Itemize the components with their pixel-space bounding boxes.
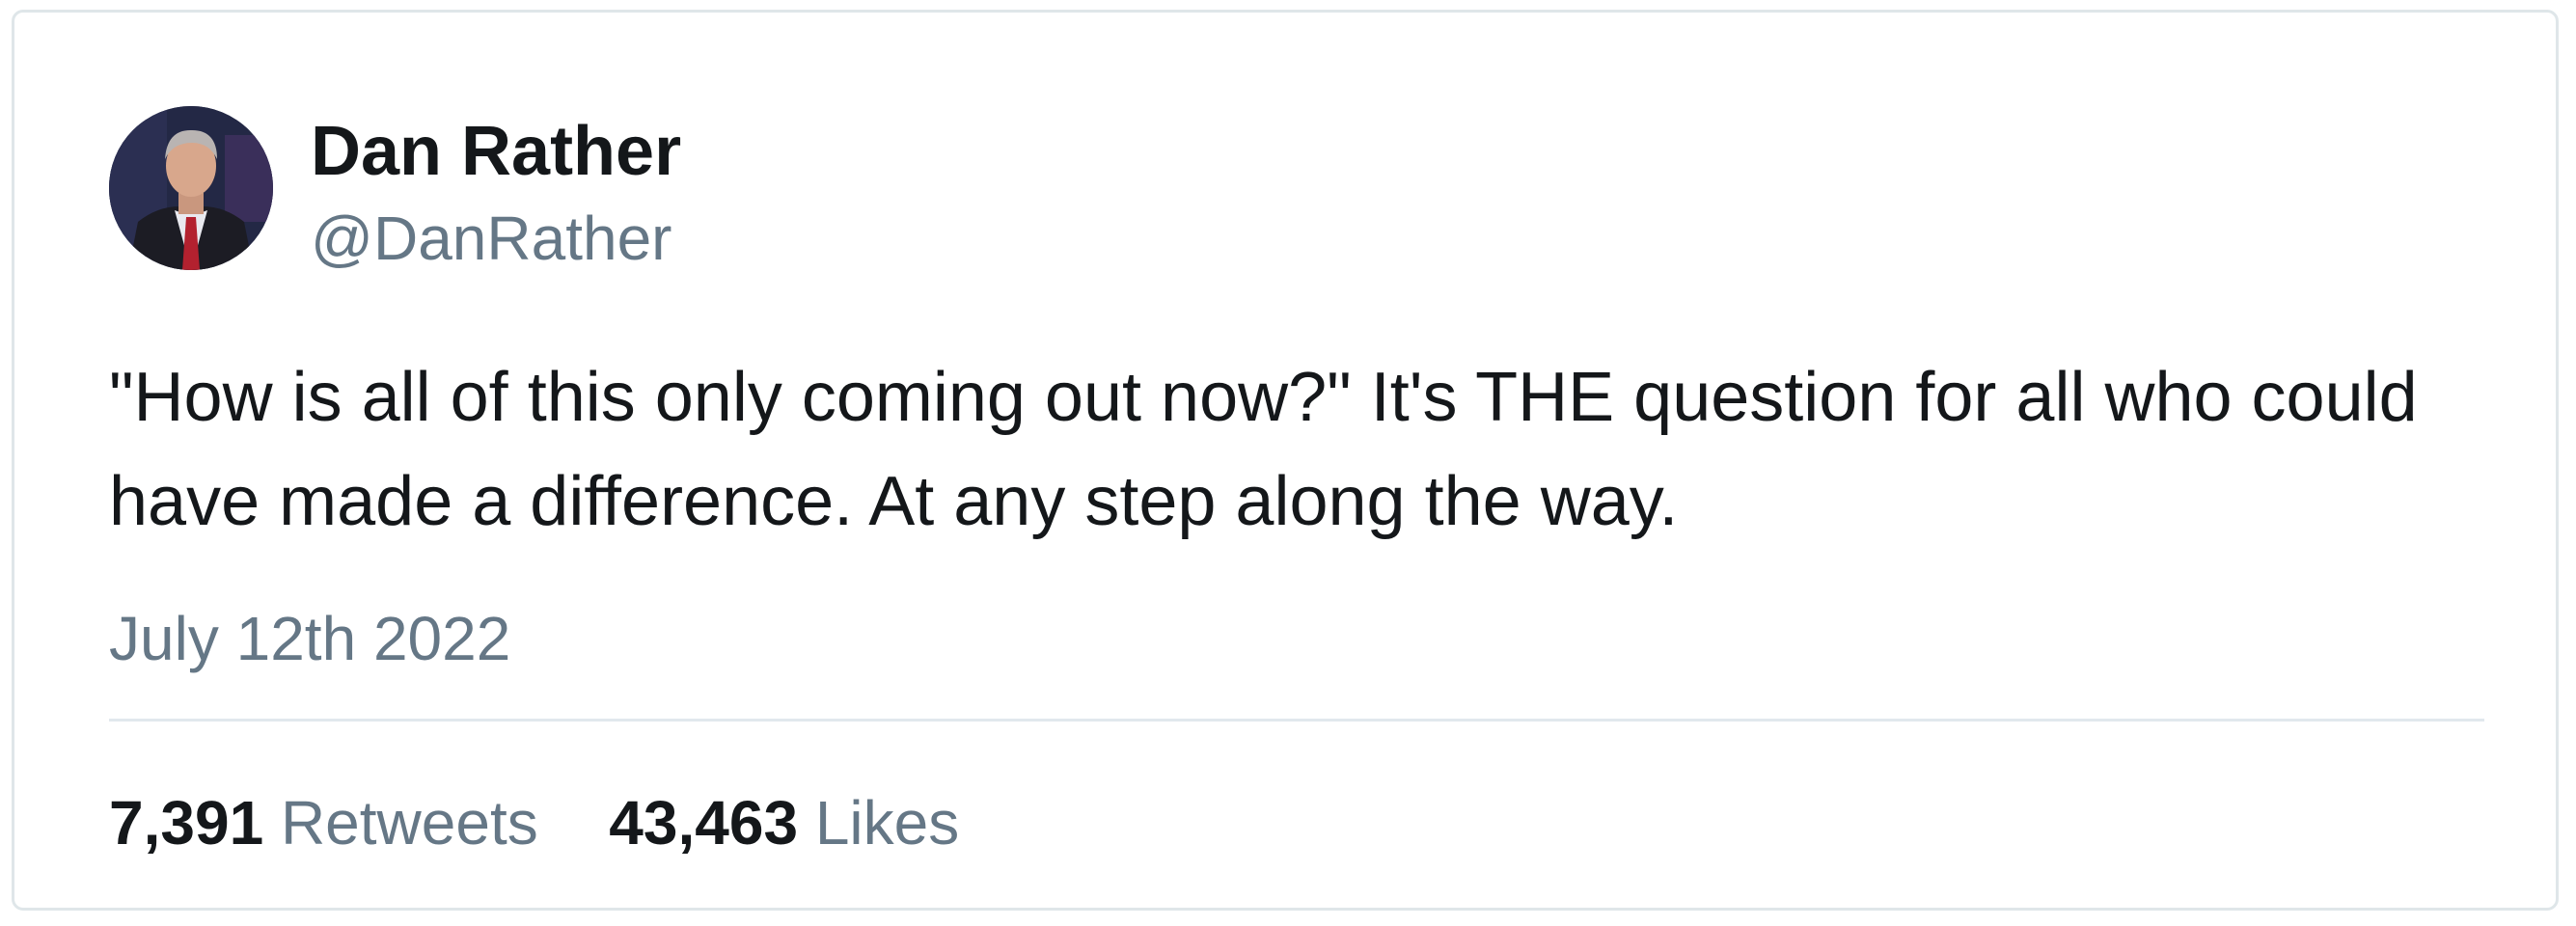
likes-count: 43,463 — [609, 788, 799, 858]
tweet-text: "How is all of this only coming out now?… — [109, 359, 2418, 540]
tweet-card: Dan Rather @DanRather "How is all of thi… — [12, 10, 2559, 911]
author-name[interactable]: Dan Rather — [311, 117, 681, 186]
author-handle[interactable]: @DanRather — [311, 207, 671, 269]
likes-label: Likes — [814, 788, 960, 858]
likes-stat[interactable]: 43,463 Likes — [592, 788, 960, 858]
retweets-count: 7,391 — [109, 788, 264, 858]
retweets-label: Retweets — [280, 788, 538, 858]
retweets-stat[interactable]: 7,391 Retweets — [109, 788, 556, 858]
divider — [109, 719, 2484, 722]
tweet-date[interactable]: July 12th 2022 — [109, 608, 510, 669]
tweet-stats: 7,391 Retweets 43,463 Likes — [109, 792, 959, 854]
avatar[interactable] — [109, 106, 273, 270]
